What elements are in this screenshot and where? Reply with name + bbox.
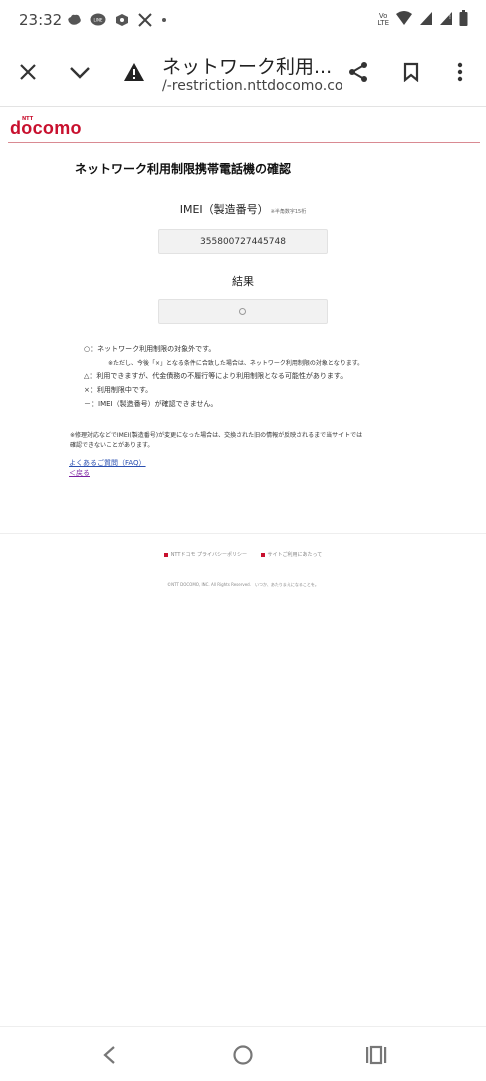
svg-text:LINE: LINE (94, 18, 103, 23)
system-nav-bar (0, 1026, 486, 1081)
url-bar[interactable]: /-restriction.nttdocomo.co.jp (162, 78, 342, 94)
result-box (158, 299, 328, 324)
svg-text:!: ! (449, 14, 451, 21)
result-label: 結果 (232, 275, 254, 288)
status-bar: 23:32 LINE Vo LTE ! (0, 0, 486, 42)
legend-text: ：利用制限中です。 (89, 386, 153, 394)
wifi-icon (395, 10, 413, 30)
line-icon: LINE (90, 12, 106, 31)
recents-icon[interactable] (362, 1041, 390, 1069)
dot-icon (160, 12, 168, 31)
legend-item: －：IMEI（製造番号）が確認できません。 (84, 399, 217, 409)
footer-link-label: NTTドコモ プライバシーポリシー (170, 552, 247, 558)
legend-text: ※ただし、今後「×」となる条件に合致した場合は、ネットワーク利用制限の対象となり… (108, 360, 364, 367)
docomo-logo[interactable]: docomo (10, 118, 82, 139)
signal-icon: ! (439, 10, 453, 30)
notice-text: ※修理対応などでIMEI(製造番号)が変更になった場合は、交換された旧の情報が反… (70, 431, 430, 451)
copyright: ©NTT DOCOMO, INC. All Rights Reserved. い… (167, 582, 319, 587)
imei-label: IMEI（製造番号） ※半角数字15桁 (0, 201, 486, 217)
more-icon[interactable] (444, 56, 476, 88)
volte-label-bottom: LTE (377, 19, 389, 27)
footer-link-label: サイトご利用にあたって (267, 552, 323, 558)
notification-icons: LINE (66, 12, 168, 31)
legend-note: ※ただし、今後「×」となる条件に合致した場合は、ネットワーク利用制限の対象となり… (108, 358, 363, 367)
system-status-icons: Vo LTE ! (377, 10, 468, 30)
imei-label-hint: ※半角数字15桁 (270, 209, 307, 215)
page-tab-title[interactable]: ネットワーク利用... (162, 52, 342, 79)
legend-text: ：ネットワーク利用制限の対象外です。 (90, 345, 216, 353)
footer-link-terms[interactable]: サイトご利用にあたって (260, 551, 323, 558)
imei-input[interactable]: 355800727445748 (158, 229, 328, 254)
box-icon (114, 12, 130, 31)
faq-link[interactable]: よくあるご質問（FAQ） (69, 458, 146, 468)
volte-icon: Vo LTE (377, 13, 389, 27)
link-bullet-icon (260, 552, 265, 557)
footer-links: NTTドコモ プライバシーポリシー サイトご利用にあたって (0, 551, 486, 559)
x-icon (138, 12, 152, 31)
notice-line: ※修理対応などでIMEI(製造番号)が変更になった場合は、交換された旧の情報が反… (70, 432, 363, 439)
browser-toolbar: ネットワーク利用... /-restriction.nttdocomo.co.j… (0, 42, 486, 107)
back-icon[interactable] (95, 1041, 123, 1069)
loading-spinner-icon (239, 308, 246, 315)
notice-line: 確認できないことがあります。 (70, 442, 154, 449)
legend-text: ：利用できますが、代金債務の不履行等により利用制限となる可能性があります。 (89, 372, 348, 380)
legend-symbol: － (84, 400, 91, 408)
signal-icon (419, 10, 433, 30)
header-divider (8, 142, 480, 143)
legend-item: ○：ネットワーク利用制限の対象外です。 (84, 344, 215, 354)
back-link[interactable]: ＜戻る (69, 468, 90, 478)
bookmark-icon[interactable] (395, 56, 427, 88)
chrome-icon (66, 12, 82, 31)
warning-icon[interactable] (118, 56, 150, 88)
footer-divider (0, 533, 486, 534)
chevron-down-icon[interactable] (64, 56, 96, 88)
home-icon[interactable] (229, 1041, 257, 1069)
legend-item: ×：利用制限中です。 (84, 385, 152, 395)
close-icon[interactable] (12, 56, 44, 88)
share-icon[interactable] (342, 56, 374, 88)
imei-label-text: IMEI（製造番号） (179, 203, 269, 216)
battery-icon (459, 10, 468, 30)
footer-link-privacy[interactable]: NTTドコモ プライバシーポリシー (163, 551, 247, 558)
legend-text: ：IMEI（製造番号）が確認できません。 (91, 400, 218, 408)
status-time: 23:32 (19, 11, 63, 29)
page-title: ネットワーク利用制限携帯電話機の確認 (75, 162, 292, 176)
link-bullet-icon (163, 552, 168, 557)
legend-item: △：利用できますが、代金債務の不履行等により利用制限となる可能性があります。 (84, 371, 347, 381)
